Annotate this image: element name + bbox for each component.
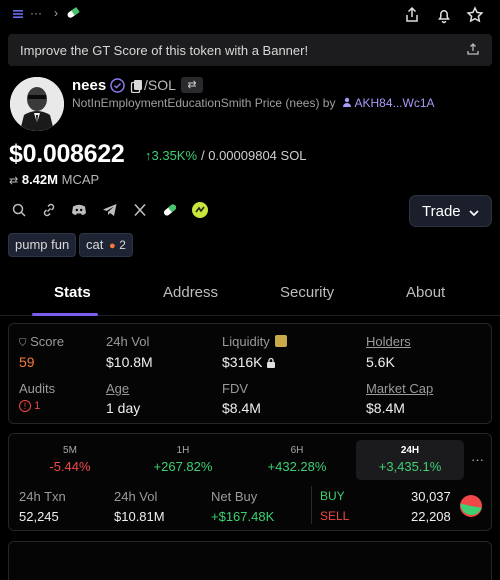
score-value: 59: [19, 354, 35, 370]
tag-label: cat: [86, 237, 104, 252]
price-in-sol: / 0.00009804 SOL: [201, 148, 307, 163]
star-icon[interactable]: [465, 5, 485, 25]
age-link[interactable]: Age: [106, 381, 129, 396]
swap-arrows-icon: ⇄: [9, 175, 19, 187]
tab-address[interactable]: Address: [163, 284, 218, 301]
txn-value: 52,245: [19, 509, 59, 524]
stats-card: ⛉ Score 59 24h Vol $10.8M Liquidity $316…: [8, 323, 492, 424]
sell-label: SELL: [320, 509, 350, 523]
market-cap-value: $8.4M: [366, 400, 405, 416]
more-dots-icon[interactable]: ···: [30, 6, 42, 20]
telegram-icon[interactable]: [101, 201, 119, 219]
tag-pump-fun[interactable]: pump fun: [8, 233, 77, 257]
trade-label: Trade: [422, 203, 461, 220]
tag-label: pump fun: [15, 237, 70, 252]
liquidity-label: Liquidity: [222, 334, 288, 349]
upload-icon[interactable]: [466, 42, 480, 56]
lock-icon: [266, 355, 276, 368]
vol-label: 24h Vol: [106, 334, 150, 349]
period-change: +267.82%: [153, 459, 213, 474]
share-icon[interactable]: [402, 5, 422, 25]
user-icon: [342, 96, 352, 107]
period-label: 1H: [176, 445, 190, 456]
tab-stats[interactable]: Stats: [54, 284, 91, 301]
period-change: +3,435.1%: [378, 459, 442, 474]
vol24-label: 24h Vol: [114, 489, 158, 504]
token-subtitle: NotInEmploymentEducationSmith Price (nee…: [72, 96, 435, 110]
chevron-right-icon: ›: [54, 6, 58, 20]
token-avatar: [10, 77, 64, 131]
discord-icon[interactable]: [70, 201, 88, 219]
fdv-label: FDV: [222, 381, 248, 396]
age-value: 1 day: [106, 400, 141, 416]
vol24-value: $10.81M: [114, 509, 165, 524]
shield-icon: ⛉: [19, 338, 27, 349]
link-icon[interactable]: [40, 201, 58, 219]
search-icon[interactable]: [10, 201, 28, 219]
bell-icon[interactable]: [434, 5, 454, 25]
tag-cat[interactable]: cat ● 2: [79, 233, 133, 257]
trading-activity-card: 5M -5.44% 1H +267.82% 6H +432.28% 24H +3…: [8, 433, 492, 531]
banner-text: Improve the GT Score of this token with …: [20, 43, 309, 58]
alert-icon: !: [19, 400, 31, 412]
next-section-card: [8, 541, 492, 580]
net-buy-label: Net Buy: [211, 489, 258, 504]
divider: [311, 486, 312, 524]
period-24h[interactable]: 24H +3,435.1%: [356, 440, 464, 480]
market-cap-link[interactable]: Market Cap: [366, 381, 433, 396]
token-name: nees: [72, 77, 107, 94]
copy-icon[interactable]: [130, 79, 144, 94]
swap-pair-button[interactable]: ⇄: [181, 77, 203, 93]
liquidity-badge-icon: [275, 335, 288, 347]
creator-link[interactable]: AKH84...Wc1A: [354, 96, 434, 110]
score-label: ⛉ Score: [19, 334, 65, 349]
mcap-value: 8.42M: [21, 172, 58, 187]
chevron-down-icon: [468, 206, 480, 217]
pair-quote: /SOL: [144, 77, 176, 93]
tab-security[interactable]: Security: [280, 284, 334, 301]
verified-icon: [110, 78, 125, 93]
period-5m[interactable]: 5M -5.44%: [16, 440, 124, 480]
tab-about[interactable]: About: [406, 284, 445, 301]
holders-value: 5.6K: [366, 354, 395, 370]
market-cap-summary: ⇄ 8.42M MCAP: [9, 172, 99, 187]
liquidity-value: $316K: [222, 354, 276, 370]
net-buy-value: +$167.48K: [211, 509, 275, 524]
period-label: 5M: [63, 445, 77, 456]
flame-icon: ●: [108, 240, 116, 252]
period-change: -5.44%: [49, 459, 91, 474]
dexscreener-icon[interactable]: [191, 201, 209, 219]
gt-score-banner[interactable]: Improve the GT Score of this token with …: [8, 34, 492, 66]
menu-icon[interactable]: [12, 8, 24, 20]
mcap-label: MCAP: [61, 172, 100, 187]
fdv-value: $8.4M: [222, 400, 261, 416]
pill-icon[interactable]: [66, 7, 80, 19]
audits-value[interactable]: ! 1: [19, 400, 40, 412]
top-bar: ··· ›: [0, 0, 500, 30]
period-change: +432.28%: [267, 459, 327, 474]
trade-button[interactable]: Trade: [409, 195, 492, 227]
tag-count: 2: [119, 238, 126, 252]
holders-link[interactable]: Holders: [366, 334, 411, 349]
more-periods-icon[interactable]: ···: [471, 452, 484, 467]
period-label: 24H: [400, 445, 420, 456]
period-6h[interactable]: 6H +432.28%: [243, 440, 351, 480]
buy-label: BUY: [320, 489, 345, 503]
active-tab-indicator: [32, 313, 98, 316]
token-full-name: NotInEmploymentEducationSmith Price (nee…: [72, 96, 336, 110]
period-1h[interactable]: 1H +267.82%: [129, 440, 237, 480]
txn-label: 24h Txn: [19, 489, 66, 504]
buy-sell-ratio-pie: [459, 494, 483, 518]
vol-value: $10.8M: [106, 354, 153, 370]
x-twitter-icon[interactable]: [131, 201, 149, 219]
detail-tabs: Stats Address Security About: [0, 272, 500, 316]
price-change: ↑3.35K%: [145, 148, 198, 163]
audits-label: Audits: [19, 381, 56, 396]
sell-count: 22,208: [411, 509, 451, 524]
buy-count: 30,037: [411, 489, 451, 504]
period-label: 6H: [290, 445, 304, 456]
token-price: $0.008622: [9, 140, 125, 168]
pill-icon[interactable]: [161, 201, 179, 219]
